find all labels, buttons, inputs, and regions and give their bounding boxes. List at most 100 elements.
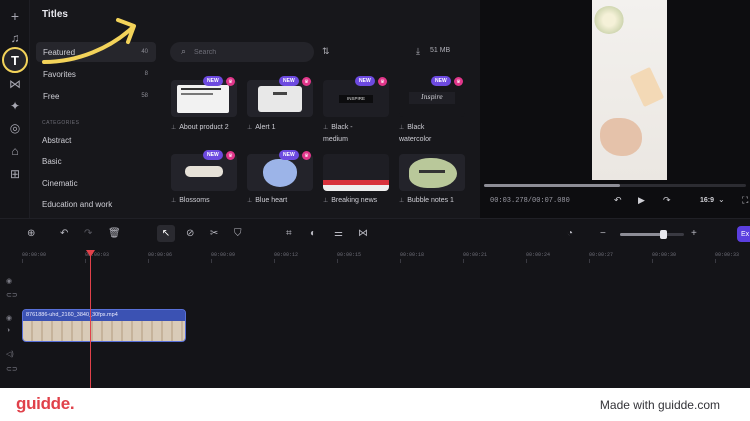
card-art [185,166,223,177]
template-card[interactable]: Inspire [399,80,465,117]
aspect-ratio-selector[interactable]: 16:9 [700,197,714,204]
category-label: Free [43,91,60,101]
clip-thumbnails [23,321,185,341]
ruler-tick-label: 00:00:06 [148,252,173,258]
clip-header: 8761886-uhd_2160_3840_30fps.mp4 [23,310,185,321]
panel-title: Titles [42,9,68,20]
playback-progress[interactable] [484,184,746,187]
category-free[interactable]: Free 58 [36,86,156,106]
template-card[interactable] [323,154,389,191]
category-favorites[interactable]: Favorites 8 [36,64,156,84]
sort-icon[interactable]: ⇅ [322,46,330,57]
add-track-icon[interactable]: ⊕ [27,228,35,239]
card-label: ⊥ Bubble notes 1 [399,197,454,204]
lock-icon: ⊥ [323,125,329,131]
adjust-icon[interactable]: ⚌ [334,228,343,239]
timeline-ruler[interactable]: 00:00:00 00:00:03 00:00:06 00:00:09 00:00:12… [0,249,750,265]
search-box[interactable]: ⌕ [170,42,314,62]
text-icon[interactable]: T [2,47,28,73]
zoom-slider[interactable] [620,230,684,239]
zoom-slider-handle[interactable] [659,230,667,239]
audio-icon[interactable]: ◑ [6,327,10,334]
premium-crown-icon: ♛ [302,151,311,160]
zoom-in-icon[interactable]: + [691,228,697,239]
ruler-tick-label: 00:00:18 [400,252,425,258]
ruler-tick-label: 00:00:24 [526,252,551,258]
card-art [419,170,445,173]
title-templates-grid: ⌕ ⇅ ⤓ 51 MB INSPIRE Inspire NEW ♛ NEW ♛ … [162,0,480,218]
card-label: ⊥ About product 2 [171,124,229,131]
speaker-icon[interactable]: ◁) [6,350,14,358]
card-art [181,93,213,95]
template-card[interactable] [171,154,237,191]
magnet-icon[interactable]: ◔ [567,228,573,239]
playhead[interactable] [90,251,91,388]
template-card[interactable] [247,154,313,191]
stickers-icon[interactable]: ⌂ [5,141,25,161]
eye-icon[interactable]: ◉ [6,277,12,285]
export-button[interactable]: Ex [737,226,750,242]
delete-icon[interactable]: 🗑 [108,228,121,239]
transition-icon[interactable]: ⋈ [5,74,25,94]
ruler-tick [652,259,653,263]
category-link-basic[interactable]: Basic [42,157,62,166]
template-card[interactable] [399,154,465,191]
shield-icon[interactable]: ⛉ [234,228,242,239]
ruler-tick [274,259,275,263]
crop-icon[interactable]: ⌗ [286,228,292,239]
apps-icon[interactable]: ⊞ [5,164,25,184]
timecode: 00:03.278/00:07.080 [490,197,570,205]
search-input[interactable] [194,44,304,60]
transition-icon[interactable]: ⋈ [358,228,368,239]
redo-icon[interactable]: ↷ [84,228,92,239]
undo-playback-icon[interactable]: ↶ [614,195,622,206]
category-link-abstract[interactable]: Abstract [42,136,71,145]
redo-playback-icon[interactable]: ↷ [663,195,671,206]
effects-icon[interactable]: ✦ [5,96,25,116]
search-icon: ⌕ [181,46,187,56]
ruler-tick-label: 00:00:21 [463,252,488,258]
category-link-education[interactable]: Education and work [42,200,112,209]
lock-icon: ⊥ [247,125,253,131]
category-count: 58 [141,93,148,99]
plus-icon[interactable]: + [5,6,25,26]
category-label: Favorites [43,69,76,79]
brand-logo: guidde. [16,394,75,413]
music-icon[interactable]: ♫ [5,28,25,48]
chevron-down-icon[interactable]: ⌄ [718,195,725,204]
link-icon[interactable]: ⊂⊃ [6,365,18,373]
undo-icon[interactable]: ↶ [60,228,68,239]
ruler-tick-label: 00:00:33 [715,252,740,258]
filters-icon[interactable]: ◎ [5,118,25,138]
ruler-tick [715,259,716,263]
category-featured[interactable]: Featured 40 [36,42,156,62]
split-icon[interactable]: ✂ [210,228,218,239]
ruler-tick [526,259,527,263]
ruler-tick-label: 00:00:27 [589,252,614,258]
category-link-cinematic[interactable]: Cinematic [42,179,78,188]
card-label: ⊥ Alert 1 [247,124,276,131]
template-card[interactable] [171,80,237,117]
template-card[interactable]: INSPIRE [323,80,389,117]
timeline: ⊕ ↶ ↷ 🗑 ↖ ⊘ ✂ ⛉ ⌗ ◐ ⚌ ⋈ ◔ − + Ex 00:00:0… [0,218,750,388]
card-label: ⊥ Black - medium [323,124,353,143]
zoom-out-icon[interactable]: − [600,228,606,239]
template-card[interactable] [247,80,313,117]
speed-icon[interactable]: ◐ [310,228,316,239]
lock-icon: ⊥ [247,198,253,204]
flower-image [594,6,624,34]
fullscreen-icon[interactable]: ⛶ [742,195,748,206]
video-clip[interactable]: 8761886-uhd_2160_3840_30fps.mp4 [22,309,186,342]
eye-icon[interactable]: ◉ [6,314,12,322]
category-count: 8 [144,71,148,77]
new-badge: NEW [279,150,299,160]
link-icon[interactable]: ⊂⊃ [6,291,18,299]
lock-icon: ⊥ [399,198,405,204]
new-badge: NEW [431,76,451,86]
upload-icon[interactable]: ⤓ [416,46,420,57]
titles-panel: Titles Featured 40 Favorites 8 Free 58 C… [30,0,162,218]
play-icon[interactable]: ▶ [638,195,645,206]
disable-icon[interactable]: ⊘ [186,228,194,239]
ruler-tick-label: 00:00:30 [652,252,677,258]
select-tool-icon[interactable]: ↖ [157,225,175,242]
